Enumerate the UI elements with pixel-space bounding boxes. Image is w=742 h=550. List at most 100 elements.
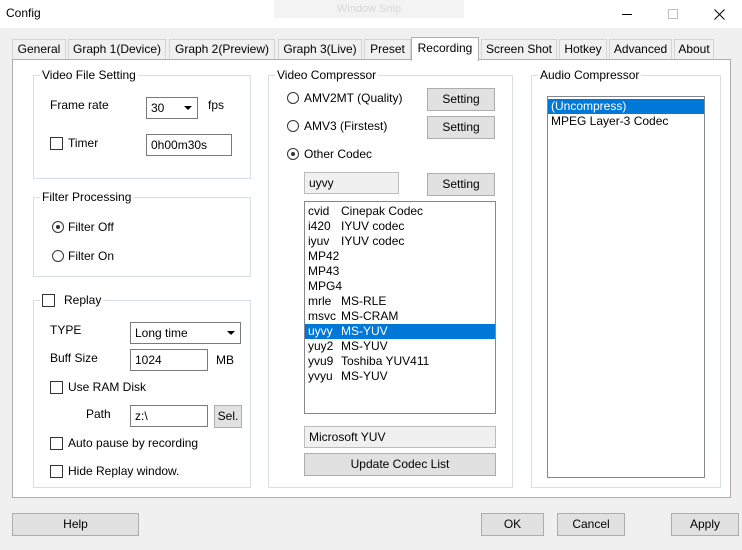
amv2mt-label: AMV2MT (Quality) [304, 91, 403, 105]
codec-code: i420 [308, 219, 331, 233]
tab-graph1[interactable]: Graph 1(Device) [68, 39, 166, 60]
video-compressor-group: Video Compressor AMV2MT (Quality) Settin… [268, 68, 513, 488]
tab-screen-shot[interactable]: Screen Shot [481, 39, 557, 60]
tab-graph3[interactable]: Graph 3(Live) [278, 39, 362, 60]
filter-off-label: Filter Off [68, 220, 114, 234]
video-compressor-title: Video Compressor [275, 68, 379, 82]
amv3-label: AMV3 (Firstest) [304, 119, 388, 133]
other-codec-radio[interactable] [287, 148, 299, 160]
codec-code: yuy2 [308, 339, 334, 353]
codec-list-item-selected[interactable]: uyvy MS-YUV [305, 324, 495, 339]
ok-button[interactable]: OK [481, 513, 544, 536]
buff-size-input[interactable]: 1024 [130, 349, 208, 371]
select-path-button[interactable]: Sel. [214, 405, 242, 428]
amv3-setting-button[interactable]: Setting [427, 116, 495, 139]
audio-codec-item-selected[interactable]: (Uncompress) [548, 99, 704, 114]
use-ram-disk-checkbox[interactable] [50, 381, 63, 394]
frame-rate-value: 30 [151, 101, 165, 115]
codec-list-item[interactable]: yvu9 Toshiba YUV411 [305, 354, 495, 369]
buff-size-label: Buff Size [50, 351, 98, 365]
codec-description-field: Microsoft YUV [304, 426, 496, 448]
audio-codec-item[interactable]: MPEG Layer-3 Codec [548, 114, 704, 129]
other-codec-label: Other Codec [304, 147, 373, 161]
maximize-icon [668, 9, 678, 19]
codec-code: yvu9 [308, 354, 334, 368]
codec-fourcc-field: uyvy [304, 172, 399, 194]
timer-checkbox[interactable] [50, 137, 63, 150]
dropdown-arrow-icon [179, 98, 197, 118]
auto-pause-label: Auto pause by recording [68, 436, 199, 450]
codec-code: MPG4 [308, 279, 343, 293]
replay-type-select[interactable]: Long time [130, 322, 241, 344]
frame-rate-select[interactable]: 30 [146, 97, 198, 119]
path-input[interactable]: z:\ [130, 405, 208, 427]
tab-graph2[interactable]: Graph 2(Preview) [169, 39, 275, 60]
close-button[interactable] [696, 0, 742, 28]
amv2mt-setting-button[interactable]: Setting [427, 88, 495, 111]
replay-checkbox[interactable] [42, 294, 55, 307]
audio-compressor-title: Audio Compressor [538, 68, 642, 82]
timer-input[interactable]: 0h00m30s [146, 134, 232, 156]
codec-code: cvid [308, 204, 330, 218]
codec-name: IYUV codec [341, 219, 405, 233]
codec-code: MP42 [308, 249, 340, 263]
minimize-button[interactable] [604, 0, 650, 28]
filter-on-radio[interactable] [52, 250, 64, 262]
dropdown-arrow-icon [222, 323, 240, 343]
codec-list-item[interactable]: iyuv IYUV codec [305, 234, 495, 249]
video-file-setting-group: Video File Setting Frame rate 30 fps Tim… [33, 68, 251, 179]
help-button[interactable]: Help [12, 513, 139, 536]
codec-name: Toshiba YUV411 [341, 354, 430, 368]
codec-code: MP43 [308, 264, 340, 278]
window-title: Config [6, 6, 41, 20]
tab-general[interactable]: General [12, 39, 66, 60]
codec-code: uyvy [308, 324, 333, 338]
tab-advanced[interactable]: Advanced [609, 39, 672, 60]
codec-list-item[interactable]: MPG4 [305, 279, 495, 294]
codec-name: MS-YUV [341, 324, 388, 338]
frame-rate-label: Frame rate [50, 98, 109, 112]
codec-name: MS-YUV [341, 339, 388, 353]
filter-on-label: Filter On [68, 249, 115, 263]
filter-processing-group: Filter Processing Filter Off Filter On [33, 190, 251, 277]
update-codec-list-button[interactable]: Update Codec List [304, 453, 496, 476]
amv3-radio[interactable] [287, 120, 299, 132]
auto-pause-checkbox[interactable] [50, 437, 63, 450]
apply-button[interactable]: Apply [671, 513, 739, 536]
codec-code: msvc [308, 309, 336, 323]
maximize-button [650, 0, 696, 28]
buff-unit-label: MB [216, 353, 234, 367]
codec-name: MS-CRAM [341, 309, 399, 323]
hide-replay-window-label: Hide Replay window. [68, 464, 180, 478]
codec-list[interactable]: cvid Cinepak Codec i420 IYUV codec iyuv IYU… [304, 201, 496, 414]
tab-hotkey[interactable]: Hotkey [559, 39, 607, 60]
fps-label: fps [208, 98, 225, 112]
video-file-setting-title: Video File Setting [40, 68, 138, 82]
amv2mt-radio[interactable] [287, 92, 299, 104]
codec-code: yvyu [308, 369, 333, 383]
tab-preset[interactable]: Preset [364, 39, 411, 60]
codec-list-item[interactable]: msvc MS-CRAM [305, 309, 495, 324]
codec-name: Cinepak Codec [341, 204, 424, 218]
filter-off-radio[interactable] [52, 221, 64, 233]
codec-list-item[interactable]: mrle MS-RLE [305, 294, 495, 309]
hide-replay-window-checkbox[interactable] [50, 465, 63, 478]
codec-list-item[interactable]: yvyu MS-YUV [305, 369, 495, 384]
codec-list-item[interactable]: cvid Cinepak Codec [305, 204, 495, 219]
use-ram-disk-label: Use RAM Disk [68, 380, 147, 394]
other-codec-setting-button[interactable]: Setting [427, 173, 495, 196]
audio-compressor-group: Audio Compressor (Uncompress) MPEG Layer… [531, 68, 721, 488]
tab-recording[interactable]: Recording [411, 37, 479, 61]
codec-list-item[interactable]: yuy2 MS-YUV [305, 339, 495, 354]
recording-panel: Video File Setting Frame rate 30 fps Tim… [12, 59, 731, 498]
codec-code: mrle [308, 294, 332, 308]
codec-list-item[interactable]: i420 IYUV codec [305, 219, 495, 234]
timer-label: Timer [68, 136, 99, 150]
codec-list-item[interactable]: MP43 [305, 264, 495, 279]
ghost-caption: Window Snip [274, 0, 464, 18]
cancel-button[interactable]: Cancel [557, 513, 625, 536]
minimize-icon [622, 14, 632, 15]
tab-about[interactable]: About [674, 39, 714, 60]
audio-codec-list[interactable]: (Uncompress) MPEG Layer-3 Codec [547, 96, 705, 478]
codec-list-item[interactable]: MP42 [305, 249, 495, 264]
